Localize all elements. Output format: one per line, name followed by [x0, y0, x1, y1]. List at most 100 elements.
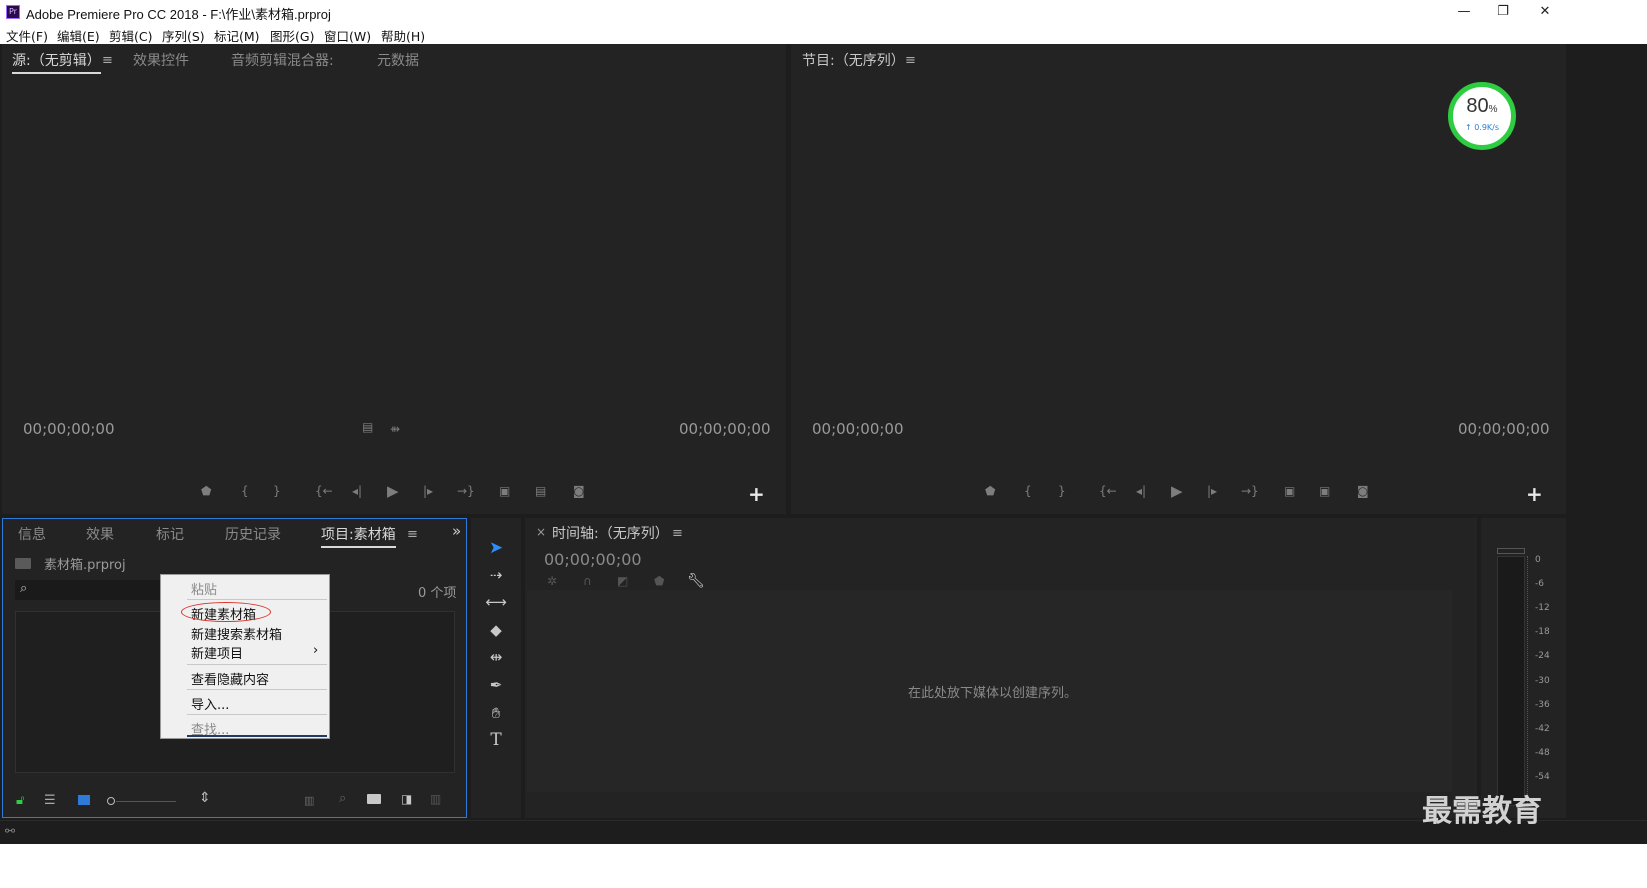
- meter-label: -12: [1535, 603, 1550, 613]
- project-filename: 素材箱.prproj: [44, 558, 126, 573]
- source-menu-icon[interactable]: ≡: [102, 53, 113, 68]
- source-timecode-duration: 00;00;00;00: [679, 420, 771, 438]
- menu-item-import[interactable]: 导入...: [191, 694, 229, 713]
- program-mark-out-icon[interactable]: }: [1058, 484, 1066, 498]
- meter-peak-indicator[interactable]: [1497, 548, 1525, 554]
- drag-video-icon[interactable]: ▤: [362, 420, 373, 434]
- tab-effect-controls[interactable]: 效果控件: [133, 50, 189, 70]
- button-editor-plus-icon[interactable]: +: [748, 482, 765, 506]
- meter-scale-line: [1527, 556, 1528, 806]
- program-monitor-panel: 节目:（无序列） ≡ 80% ↑ 0.9K/s 00;00;00;00 00;0…: [791, 44, 1566, 514]
- ripple-edit-tool-icon[interactable]: ⟷: [485, 591, 507, 613]
- program-export-frame-icon[interactable]: ◙: [1357, 484, 1369, 498]
- menu-file[interactable]: 文件(F): [6, 26, 48, 45]
- close-button[interactable]: ✕: [1522, 0, 1568, 24]
- menu-item-paste[interactable]: 粘贴: [191, 579, 217, 598]
- nest-icon[interactable]: ✲: [547, 574, 557, 588]
- linked-selection-icon[interactable]: ◩: [617, 574, 628, 588]
- tab-markers[interactable]: 标记: [156, 524, 184, 544]
- razor-tool-icon[interactable]: ◆: [485, 619, 507, 641]
- go-to-in-icon[interactable]: {←: [315, 484, 333, 498]
- slip-tool-icon[interactable]: ⇹: [485, 646, 507, 668]
- icon-view-icon[interactable]: [78, 795, 90, 805]
- trash-icon[interactable]: ▥: [430, 792, 441, 806]
- mark-out-icon[interactable]: }: [273, 484, 281, 498]
- lift-icon[interactable]: ▣: [1284, 484, 1295, 498]
- maximize-button[interactable]: ❐: [1480, 0, 1526, 24]
- extract-icon[interactable]: ▣: [1319, 484, 1330, 498]
- type-tool-icon[interactable]: T: [485, 729, 507, 751]
- menu-item-new-search-bin[interactable]: 新建搜索素材箱: [191, 624, 282, 643]
- automate-to-sequence-icon[interactable]: ▥: [304, 794, 314, 807]
- tab-program[interactable]: 节目:（无序列）: [802, 50, 905, 70]
- snap-icon[interactable]: ∩: [583, 574, 592, 588]
- lock-icon[interactable]: 🔓︎: [16, 793, 24, 808]
- timeline-close-icon[interactable]: ×: [536, 525, 546, 539]
- menu-graphics[interactable]: 图形(G): [270, 26, 314, 45]
- program-go-to-out-icon[interactable]: →}: [1241, 484, 1259, 498]
- project-menu-icon[interactable]: ≡: [407, 527, 418, 542]
- program-play-icon[interactable]: ▶: [1171, 482, 1183, 500]
- program-mark-in-icon[interactable]: {: [1024, 484, 1032, 498]
- meter-label: 0: [1535, 555, 1541, 565]
- overwrite-icon[interactable]: ▤: [535, 484, 546, 498]
- bin-folder-icon: [15, 558, 31, 569]
- tab-metadata[interactable]: 元数据: [377, 50, 419, 70]
- menu-help[interactable]: 帮助(H): [381, 26, 425, 45]
- program-add-marker-icon[interactable]: ⬟: [985, 484, 995, 498]
- timeline-drop-area[interactable]: 在此处放下媒体以创建序列。: [527, 590, 1452, 792]
- pen-tool-icon[interactable]: ✒: [485, 674, 507, 696]
- timeline-timecode[interactable]: 00;00;00;00: [544, 550, 642, 569]
- tab-effects[interactable]: 效果: [86, 524, 114, 544]
- tab-source[interactable]: 源:（无剪辑）: [12, 50, 101, 74]
- menu-clip[interactable]: 剪辑(C): [109, 26, 152, 45]
- sort-icon[interactable]: ⇕: [199, 790, 211, 806]
- wrench-icon[interactable]: 🔧︎: [687, 573, 705, 589]
- new-item-icon[interactable]: ◨: [401, 792, 412, 806]
- timeline-menu-icon[interactable]: ≡: [672, 526, 683, 541]
- project-search-input[interactable]: ⌕: [15, 580, 163, 600]
- program-step-back-icon[interactable]: ◂|: [1136, 484, 1146, 498]
- timeline-marker-icon[interactable]: ⬟: [654, 574, 664, 588]
- menu-window[interactable]: 窗口(W): [324, 26, 371, 45]
- menu-item-view-hidden[interactable]: 查看隐藏内容: [191, 669, 269, 688]
- insert-icon[interactable]: ▣: [499, 484, 510, 498]
- go-to-out-icon[interactable]: →}: [457, 484, 475, 498]
- new-bin-icon[interactable]: [367, 794, 381, 804]
- find-icon[interactable]: ⌕: [339, 791, 346, 806]
- selection-tool-icon[interactable]: ➤: [485, 537, 507, 559]
- program-step-forward-icon[interactable]: |▸: [1207, 484, 1217, 498]
- zoom-slider-track[interactable]: [116, 801, 176, 802]
- item-count: 0 个项: [418, 586, 457, 601]
- status-link-icon[interactable]: ⚯: [5, 824, 15, 838]
- step-back-icon[interactable]: ◂|: [352, 484, 362, 498]
- tab-audio-clip-mixer[interactable]: 音频剪辑混合器:: [231, 50, 334, 70]
- program-menu-icon[interactable]: ≡: [905, 53, 916, 68]
- program-button-editor-plus-icon[interactable]: +: [1526, 482, 1543, 506]
- zoom-slider-handle[interactable]: [107, 797, 115, 805]
- menu-sequence[interactable]: 序列(S): [162, 26, 205, 45]
- panel-overflow-icon[interactable]: »: [452, 522, 461, 540]
- tab-history[interactable]: 历史记录: [225, 524, 281, 544]
- menu-edit[interactable]: 编辑(E): [57, 26, 100, 45]
- export-frame-icon[interactable]: ◙: [573, 484, 585, 498]
- tab-project[interactable]: 项目:素材箱: [321, 524, 396, 548]
- add-marker-icon[interactable]: ⬟: [201, 484, 211, 498]
- program-go-to-in-icon[interactable]: {←: [1099, 484, 1117, 498]
- source-timecode-current[interactable]: 00;00;00;00: [23, 420, 115, 438]
- watermark: 最需教育: [1422, 794, 1542, 829]
- menu-marker[interactable]: 标记(M): [214, 26, 260, 45]
- tab-info[interactable]: 信息: [18, 524, 46, 544]
- timeline-title[interactable]: 时间轴:（无序列）: [552, 523, 669, 543]
- list-view-icon[interactable]: ☰: [44, 793, 56, 808]
- menu-separator: [187, 689, 327, 690]
- search-icon: ⌕: [20, 581, 28, 596]
- program-timecode-current[interactable]: 00;00;00;00: [812, 420, 904, 438]
- hand-tool-icon[interactable]: ✋︎: [485, 702, 507, 724]
- play-icon[interactable]: ▶: [387, 482, 399, 500]
- track-select-tool-icon[interactable]: ⇢: [485, 564, 507, 586]
- menu-item-new-item[interactable]: 新建项目: [191, 643, 243, 662]
- mark-in-icon[interactable]: {: [241, 484, 249, 498]
- drag-audio-icon[interactable]: ⇻: [390, 422, 400, 436]
- step-forward-icon[interactable]: |▸: [423, 484, 433, 498]
